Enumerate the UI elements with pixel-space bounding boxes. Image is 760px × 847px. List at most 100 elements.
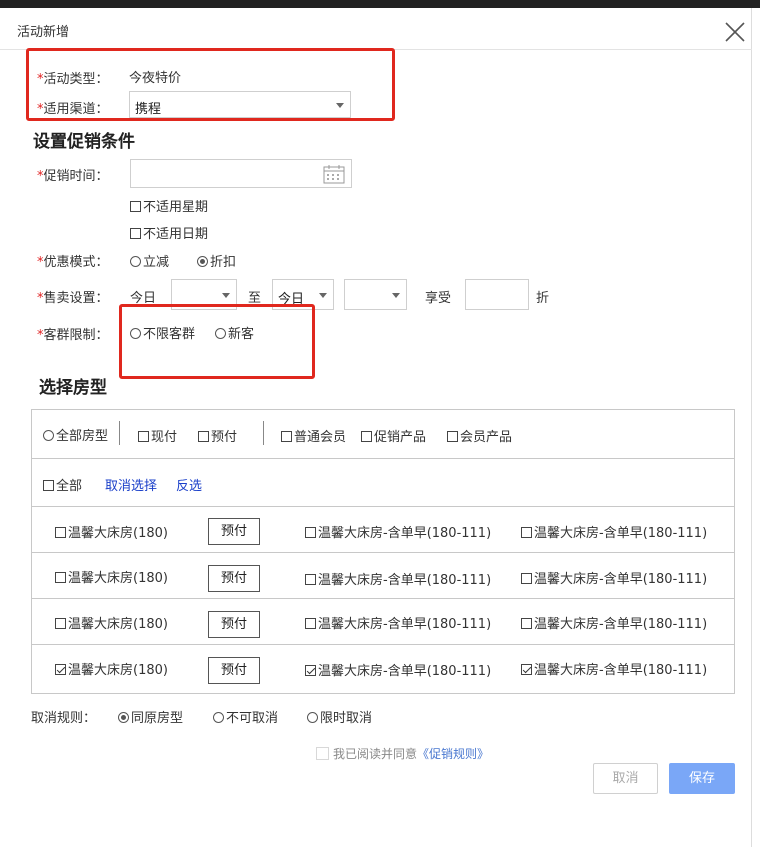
product-checkbox[interactable] [305, 527, 316, 538]
chevron-down-icon [319, 293, 327, 298]
cancel-rule-same-radio[interactable] [118, 712, 129, 723]
product-checkbox[interactable] [305, 665, 316, 676]
cancel-rule-none[interactable]: 不可取消 [213, 707, 278, 726]
room-row: 温馨大床房(180) 预付 温馨大床房-含单早(180-111) 温馨大床房-含… [32, 644, 734, 693]
window-top-bar [0, 0, 760, 8]
highlight-box-basic [26, 48, 395, 121]
filter-all-rooms-radio[interactable] [43, 430, 54, 441]
room-row: 温馨大床房(180) 预付 温馨大床房-含单早(180-111) 温馨大床房-含… [32, 506, 734, 552]
prepay-button[interactable]: 预付 [208, 657, 260, 684]
filter-pay-now-label: 现付 [151, 430, 178, 445]
room-row: 温馨大床房(180) 预付 温馨大床房-含单早(180-111) 温馨大床房-含… [32, 598, 734, 644]
room-option[interactable]: 温馨大床房(180) [55, 522, 168, 541]
cancel-rule-none-radio[interactable] [213, 712, 224, 723]
promo-rules-link[interactable]: 《促销规则》 [417, 747, 489, 761]
exclude-weekday-checkbox[interactable] [130, 201, 141, 212]
filter-regular-member-checkbox[interactable] [281, 431, 292, 442]
mode-option-reduce[interactable]: 立减 [130, 251, 169, 270]
filter-prepay[interactable]: 预付 [198, 426, 237, 445]
product-option[interactable]: 温馨大床房-含单早(180-111) [305, 522, 491, 541]
filter-prepay-label: 预付 [211, 430, 238, 445]
product-option[interactable]: 温馨大床房-含单早(180-111) [305, 613, 491, 632]
mode-radio-discount[interactable] [197, 256, 208, 267]
discount-input[interactable] [465, 279, 529, 310]
product-option[interactable]: 温馨大床房-含单早(180-111) [521, 568, 707, 587]
filter-prepay-checkbox[interactable] [198, 431, 209, 442]
room-checkbox[interactable] [55, 572, 66, 583]
rooms-section-title: 选择房型 [39, 378, 107, 398]
cancel-rule-timed-label: 限时取消 [320, 711, 373, 726]
room-grid: 全部房型 现付 预付 普通会员 促销产品 会员产品 全部 取消选择 反选 温馨大… [31, 409, 735, 694]
cancel-rule-none-label: 不可取消 [226, 711, 279, 726]
room-checkbox[interactable] [55, 618, 66, 629]
chevron-down-icon [222, 293, 230, 298]
filter-pay-now[interactable]: 现付 [138, 426, 177, 445]
room-checkbox[interactable] [55, 664, 66, 675]
cancel-button[interactable]: 取消 [593, 763, 658, 794]
filter-pay-now-checkbox[interactable] [138, 431, 149, 442]
product-checkbox[interactable] [305, 618, 316, 629]
product-checkbox[interactable] [521, 527, 532, 538]
room-row: 温馨大床房(180) 预付 温馨大床房-含单早(180-111) 温馨大床房-含… [32, 552, 734, 598]
room-option[interactable]: 温馨大床房(180) [55, 659, 168, 678]
mode-option-discount[interactable]: 折扣 [197, 251, 236, 270]
filter-regular-member[interactable]: 普通会员 [281, 426, 346, 445]
sale-hour-select[interactable] [344, 279, 407, 310]
product-option[interactable]: 温馨大床房-含单早(180-111) [521, 659, 707, 678]
calendar-icon[interactable] [323, 164, 345, 184]
filter-promo-product-checkbox[interactable] [361, 431, 372, 442]
select-row: 全部 取消选择 反选 [32, 458, 734, 506]
room-option[interactable]: 温馨大床房(180) [55, 613, 168, 632]
product-checkbox[interactable] [305, 574, 316, 585]
product-name: 温馨大床房-含单早(180-111) [318, 526, 492, 541]
product-option[interactable]: 温馨大床房-含单早(180-111) [305, 660, 491, 679]
product-option[interactable]: 温馨大床房-含单早(180-111) [521, 522, 707, 541]
filter-all-rooms-label: 全部房型 [56, 429, 109, 444]
product-checkbox[interactable] [521, 664, 532, 675]
filter-all-rooms[interactable]: 全部房型 [43, 425, 108, 444]
room-checkbox[interactable] [55, 527, 66, 538]
product-name: 温馨大床房-含单早(180-111) [534, 526, 708, 541]
cancel-rule-timed-radio[interactable] [307, 712, 318, 723]
exclude-date-checkbox[interactable] [130, 228, 141, 239]
promo-time-input[interactable] [130, 159, 352, 188]
mode-radio-reduce[interactable] [130, 256, 141, 267]
product-name: 温馨大床房-含单早(180-111) [318, 573, 492, 588]
cancel-rule-timed[interactable]: 限时取消 [307, 707, 372, 726]
product-option[interactable]: 温馨大床房-含单早(180-111) [521, 613, 707, 632]
exclude-date-option[interactable]: 不适用日期 [130, 223, 208, 242]
room-name: 温馨大床房(180) [68, 526, 168, 541]
agreement-text: 我已阅读并同意 [333, 747, 418, 761]
room-name: 温馨大床房(180) [68, 571, 168, 586]
filter-member-product[interactable]: 会员产品 [447, 426, 512, 445]
product-name: 温馨大床房-含单早(180-111) [318, 664, 492, 679]
filter-promo-product[interactable]: 促销产品 [361, 426, 426, 445]
cancel-rule-same-label: 同原房型 [131, 711, 184, 726]
exclude-weekday-option[interactable]: 不适用星期 [130, 196, 208, 215]
select-all-option[interactable]: 全部 [43, 475, 82, 494]
save-button[interactable]: 保存 [669, 763, 735, 794]
filter-divider [119, 421, 120, 445]
prepay-button[interactable]: 预付 [208, 565, 260, 592]
prepay-button[interactable]: 预付 [208, 518, 260, 545]
product-option[interactable]: 温馨大床房-含单早(180-111) [305, 569, 491, 588]
room-option[interactable]: 温馨大床房(180) [55, 567, 168, 586]
dialog-title: 活动新增 [17, 25, 70, 40]
invert-selection-link[interactable]: 反选 [176, 475, 202, 494]
prepay-button[interactable]: 预付 [208, 611, 260, 638]
select-all-checkbox[interactable] [43, 480, 54, 491]
highlight-box-group [119, 304, 315, 379]
filter-divider [263, 421, 264, 445]
agreement-option[interactable]: 我已阅读并同意《促销规则》 [316, 745, 489, 762]
agreement-checkbox[interactable] [316, 747, 329, 760]
close-icon[interactable] [722, 19, 748, 45]
product-checkbox[interactable] [521, 618, 532, 629]
discount-unit: 折 [536, 291, 550, 306]
room-name: 温馨大床房(180) [68, 663, 168, 678]
cancel-selection-link[interactable]: 取消选择 [105, 475, 157, 494]
filter-regular-member-label: 普通会员 [294, 430, 347, 445]
mode-label-reduce: 立减 [143, 255, 170, 270]
product-checkbox[interactable] [521, 573, 532, 584]
cancel-rule-same[interactable]: 同原房型 [118, 707, 183, 726]
filter-member-product-checkbox[interactable] [447, 431, 458, 442]
